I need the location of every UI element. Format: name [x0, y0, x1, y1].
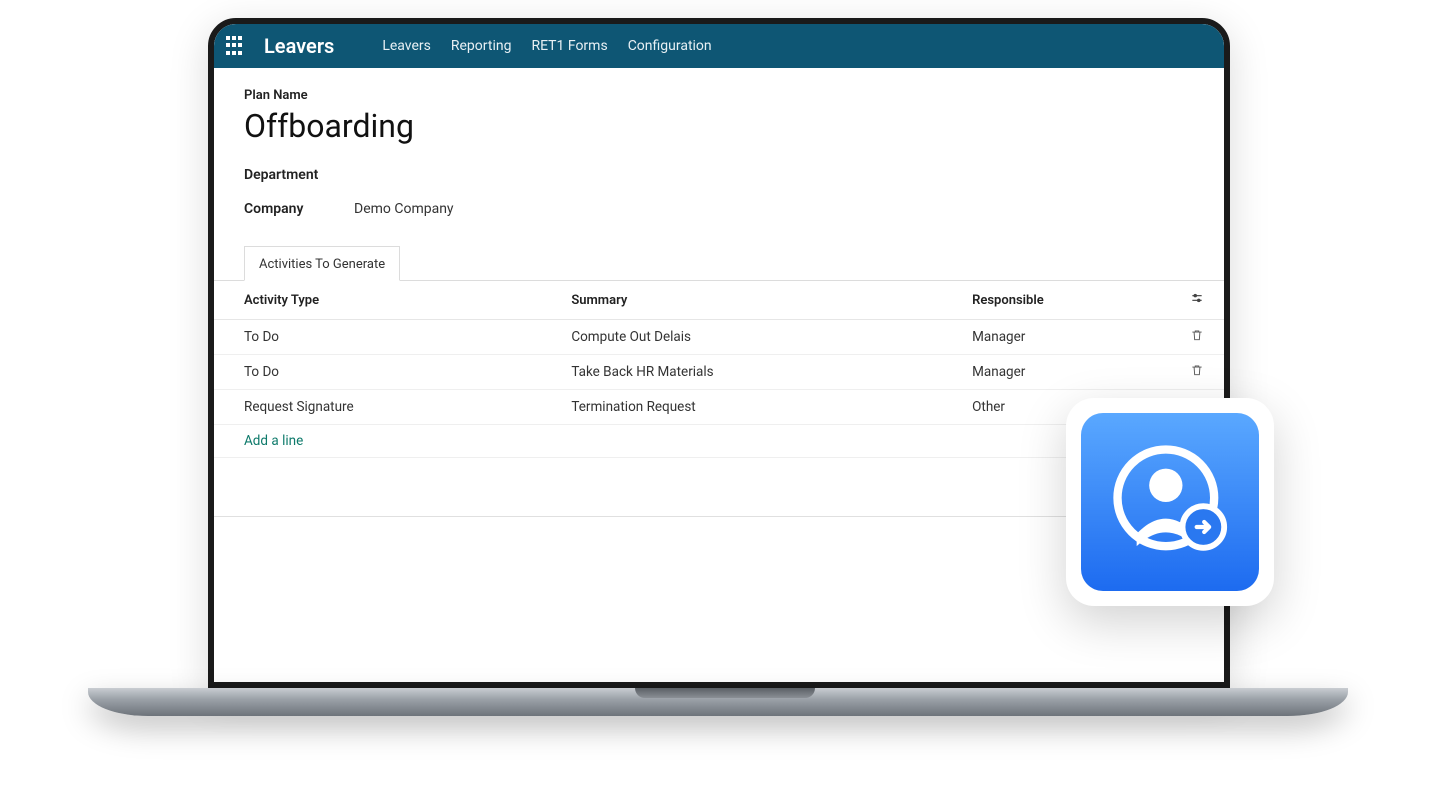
app-brand: Leavers: [264, 34, 334, 58]
table-row[interactable]: To Do Compute Out Delais Manager: [214, 320, 1224, 355]
company-row: Company Demo Company: [244, 197, 1194, 221]
plan-name-label: Plan Name: [244, 88, 1194, 103]
topnav: Leavers Leavers Reporting RET1 Forms Con…: [214, 24, 1224, 68]
cell-summary[interactable]: Compute Out Delais: [541, 320, 942, 355]
form-area: Plan Name Offboarding Department Company…: [214, 68, 1224, 231]
col-summary[interactable]: Summary: [541, 281, 942, 320]
nav-item-configuration[interactable]: Configuration: [628, 38, 712, 54]
nav-item-leavers[interactable]: Leavers: [382, 38, 431, 54]
cell-responsible[interactable]: Manager: [942, 355, 1184, 390]
app-badge-card: [1066, 398, 1274, 606]
cell-summary[interactable]: Termination Request: [541, 390, 942, 425]
table-row[interactable]: To Do Take Back HR Materials Manager: [214, 355, 1224, 390]
col-responsible[interactable]: Responsible: [942, 281, 1184, 320]
col-activity-type[interactable]: Activity Type: [214, 281, 541, 320]
add-line-link[interactable]: Add a line: [244, 433, 303, 449]
department-label: Department: [244, 167, 324, 183]
cell-activity-type[interactable]: To Do: [214, 320, 541, 355]
laptop-notch: [635, 688, 815, 698]
trash-icon[interactable]: [1190, 328, 1204, 342]
col-settings[interactable]: [1184, 281, 1224, 320]
cell-activity-type[interactable]: To Do: [214, 355, 541, 390]
company-label: Company: [244, 201, 324, 217]
nav-item-ret1-forms[interactable]: RET1 Forms: [531, 38, 607, 54]
department-row: Department: [244, 163, 1194, 187]
nav-item-reporting[interactable]: Reporting: [451, 38, 512, 54]
tab-row: Activities To Generate: [214, 245, 1224, 281]
cell-activity-type[interactable]: Request Signature: [214, 390, 541, 425]
trash-icon[interactable]: [1190, 363, 1204, 377]
apps-grid-icon[interactable]: [226, 36, 246, 56]
cell-responsible[interactable]: Manager: [942, 320, 1184, 355]
leavers-app-icon: [1081, 413, 1259, 591]
sliders-icon[interactable]: [1190, 291, 1204, 305]
tab-activities[interactable]: Activities To Generate: [244, 246, 400, 281]
cell-summary[interactable]: Take Back HR Materials: [541, 355, 942, 390]
company-value[interactable]: Demo Company: [354, 201, 454, 217]
nav-items: Leavers Reporting RET1 Forms Configurati…: [382, 38, 711, 54]
plan-name-value[interactable]: Offboarding: [244, 107, 1194, 145]
